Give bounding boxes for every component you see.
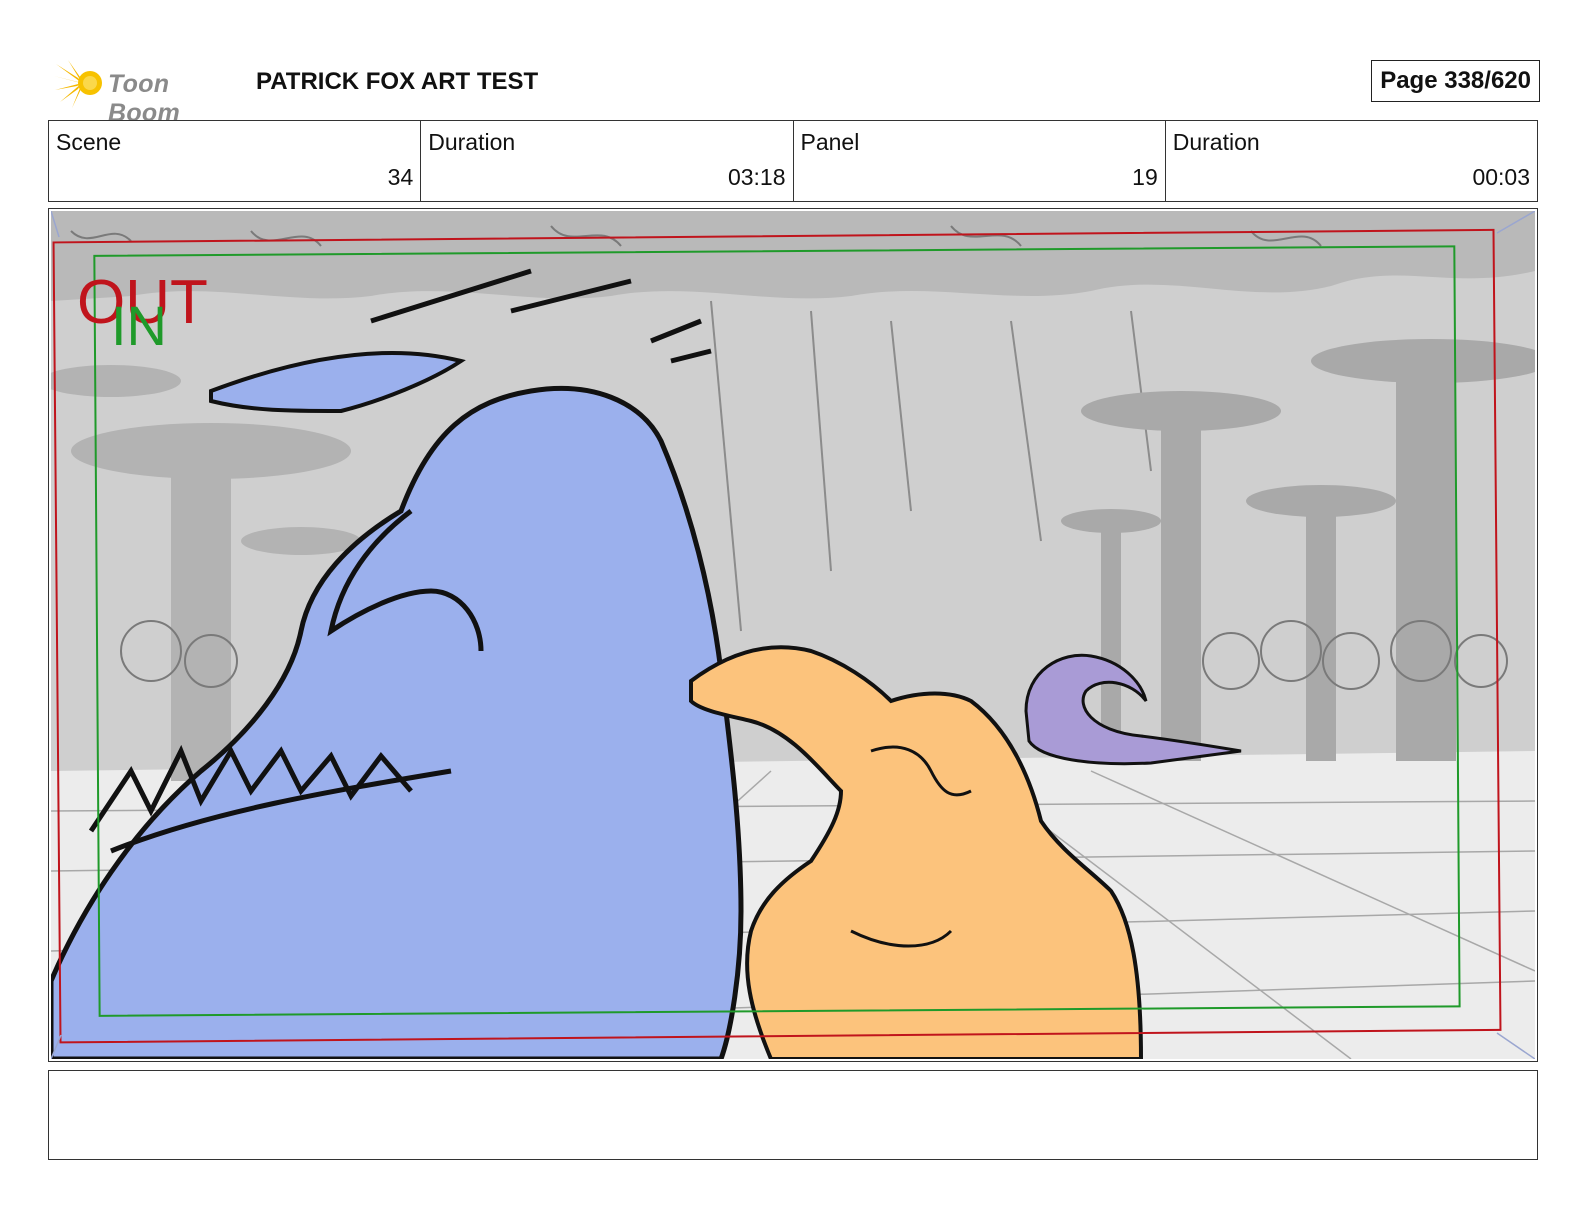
scene-duration-cell: Duration 03:18 <box>421 121 794 201</box>
sunburst-icon <box>54 60 102 108</box>
panel-duration-label: Duration <box>1172 129 1260 155</box>
scene-value: 34 <box>387 164 414 190</box>
in-marker: IN <box>111 294 167 357</box>
panel-notes-box <box>48 1070 1538 1160</box>
page-indicator: Page 338/620 <box>1371 60 1540 102</box>
project-title: PATRICK FOX ART TEST <box>256 68 539 95</box>
scene-info-table: Scene 34 Duration 03:18 Panel 19 Duratio… <box>48 120 1538 202</box>
storyboard-panel: OUT IN <box>48 208 1538 1062</box>
panel-value: 19 <box>1132 164 1158 190</box>
page-header: Toon Boom PATRICK FOX ART TEST Page 338/… <box>48 52 1540 127</box>
scene-duration-value: 03:18 <box>727 164 786 190</box>
panel-label: Panel <box>800 129 860 155</box>
scene-label: Scene <box>56 129 122 155</box>
scene-cell: Scene 34 <box>49 121 422 201</box>
panel-cell: Panel 19 <box>794 121 1166 201</box>
toon-boom-logo: Toon Boom <box>52 56 242 127</box>
panel-duration-cell: Duration 00:03 <box>1166 121 1537 201</box>
scene-duration-label: Duration <box>428 129 516 155</box>
panel-drawing: OUT IN <box>51 211 1535 1059</box>
panel-duration-value: 00:03 <box>1472 164 1530 190</box>
